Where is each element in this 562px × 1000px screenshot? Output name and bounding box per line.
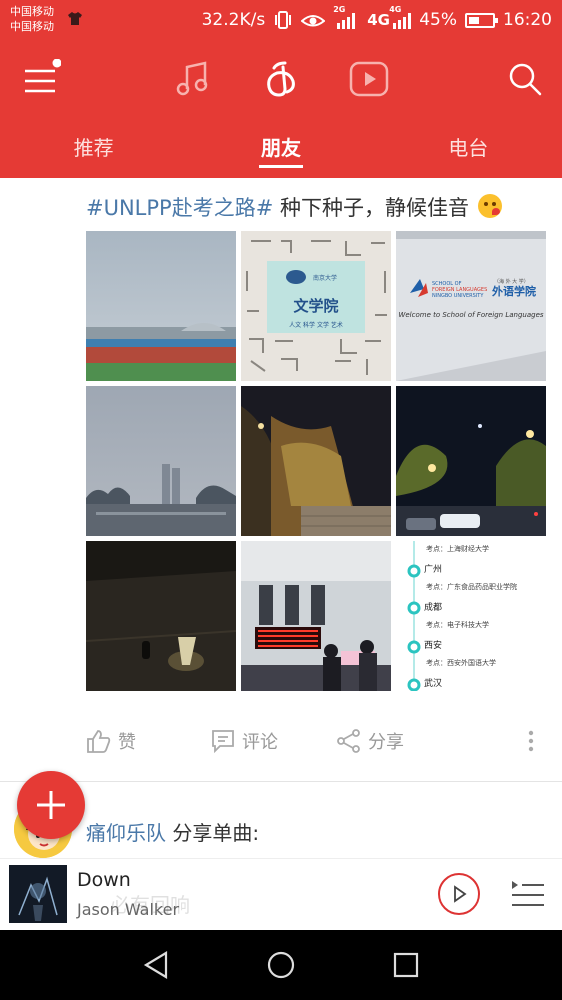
more-options-button[interactable] (522, 722, 540, 760)
photo-dark-alley[interactable] (86, 541, 236, 691)
thumbs-up-icon (87, 730, 111, 753)
timeline-note-2: 考点：广东食品药品职业学院 (426, 583, 517, 591)
signal-4g: 4G 4G (367, 5, 412, 29)
photo-wall-en-text: Welcome to School of Foreign Languages (398, 311, 543, 319)
photo-route-timeline[interactable]: 考点：上海财经大学 广州 考点：广东食品药品职业学院 成都 考点：电子科技大学 … (396, 541, 546, 691)
photo-train-station[interactable] (241, 541, 391, 691)
timeline-note-1: 考点：上海财经大学 (426, 545, 489, 553)
hamburger-menu-icon (25, 59, 61, 93)
vibrate-icon (275, 11, 292, 29)
song-artist: Jason Walker (77, 900, 180, 919)
timeline-city-1: 广州 (424, 565, 443, 575)
menu-button[interactable] (16, 54, 66, 104)
play-icon (454, 885, 467, 903)
status-bar: 中国移动 中国移动 32.2K/s 2G 4G 4G 45% 16:20 (0, 0, 562, 40)
video-tab-button[interactable] (344, 54, 394, 104)
photo-sign-text: 文学院 (293, 297, 338, 315)
battery-fill (469, 16, 479, 24)
comment-icon (212, 730, 234, 754)
post-text: #UNLPP赴考之路# 种下种子，静候佳音 (86, 192, 502, 222)
photo-foggy-skyline[interactable] (86, 386, 236, 536)
album-cover[interactable] (9, 865, 67, 923)
photo-ivy-wall-night[interactable] (241, 386, 391, 536)
timeline-city-3: 西安 (424, 641, 443, 651)
post-body: 种下种子，静候佳音 (280, 196, 469, 220)
top-nav (0, 40, 562, 118)
clock: 16:20 (503, 10, 552, 30)
tab-recommend[interactable]: 推荐 (0, 118, 187, 178)
system-nav-bar (0, 930, 562, 1000)
recent-apps-button[interactable] (386, 945, 426, 985)
timeline-city-2: 成都 (424, 603, 443, 613)
photo-grid: 南京大学 文学院 人文 科学 文学 艺术 SCHOOL OF FOREIGN L… (86, 231, 548, 692)
search-icon (509, 63, 542, 96)
photo-stadium[interactable] (86, 231, 236, 381)
signal-4g-label-a: 4G (367, 11, 390, 29)
timeline-note-4: 考点：西安外国语大学 (426, 659, 496, 667)
tab-bar: 推荐 朋友 电台 (0, 118, 562, 178)
kissing-face-emoji-icon (477, 194, 502, 218)
comment-button[interactable]: 评论 (210, 722, 278, 760)
next-post-username[interactable]: 痛仰乐队 (86, 821, 166, 845)
recent-apps-square-icon (393, 952, 419, 978)
post-actions: 赞 评论 分享 (86, 722, 548, 760)
play-button[interactable] (438, 873, 480, 915)
home-circle-icon (267, 951, 295, 979)
signal-2g-bars-icon (337, 13, 356, 29)
next-post-header: 痛仰乐队 分享单曲: (86, 817, 259, 846)
search-button[interactable] (500, 54, 550, 104)
notification-shirt-icon (68, 12, 82, 25)
signal-2g: 2G (333, 5, 359, 29)
comment-label: 评论 (242, 732, 278, 753)
netease-cloud-music-logo-icon (267, 61, 295, 97)
timeline-city-4: 武汉 (424, 679, 443, 689)
song-title: Down (77, 869, 131, 891)
timeline-note-3: 考点：电子科技大学 (426, 621, 489, 629)
plus-icon (37, 791, 65, 819)
svg-text:南京大学: 南京大学 (313, 274, 337, 282)
home-button[interactable] (261, 945, 301, 985)
playlist-button[interactable] (508, 875, 548, 915)
mini-player[interactable]: 必有回响 Down Jason Walker (0, 858, 562, 930)
battery-icon (465, 12, 498, 28)
more-vertical-icon (528, 730, 534, 752)
svg-text:人文 科学 文学 艺术: 人文 科学 文学 艺术 (289, 321, 343, 329)
eye-comfort-icon (301, 15, 326, 27)
back-button[interactable] (136, 945, 176, 985)
music-note-icon (176, 61, 208, 96)
album-art-icon (9, 865, 67, 923)
carrier-info: 中国移动 中国移动 (10, 4, 54, 34)
video-play-icon (349, 61, 389, 97)
share-icon (337, 729, 360, 753)
tab-friends[interactable]: 朋友 (187, 118, 374, 178)
home-logo-button[interactable] (256, 54, 306, 104)
like-button[interactable]: 赞 (86, 722, 136, 760)
svg-text:NINGBO UNIVERSITY: NINGBO UNIVERSITY (432, 293, 484, 299)
battery-percent: 45% (419, 10, 457, 30)
playlist-icon (512, 881, 544, 906)
signal-4g-bars-icon (393, 13, 412, 29)
app-screen: 中国移动 中国移动 32.2K/s 2G 4G 4G 45% 16:20 推荐 … (0, 0, 562, 1000)
status-indicators: 32.2K/s 2G 4G 4G 45% 16:20 (201, 5, 552, 32)
share-button[interactable]: 分享 (336, 722, 404, 760)
carrier-2: 中国移动 (10, 20, 54, 33)
add-post-fab-button[interactable] (17, 771, 85, 839)
next-post-action: 分享单曲: (172, 821, 260, 845)
carrier-1: 中国移动 (10, 5, 54, 18)
tab-radio[interactable]: 电台 (375, 118, 562, 178)
photo-liberal-arts-sign[interactable]: 南京大学 文学院 人文 科学 文学 艺术 (241, 231, 391, 381)
photo-wall-cn-text: 外语学院 (491, 284, 536, 298)
network-speed: 32.2K/s (201, 10, 266, 30)
back-triangle-icon (143, 951, 168, 979)
photo-foreign-languages-wall[interactable]: SCHOOL OF FOREIGN LANGUAGES NINGBO UNIVE… (396, 231, 546, 381)
share-label: 分享 (368, 732, 404, 753)
post-divider (0, 781, 562, 782)
svg-text:（海 外 大 学）: （海 外 大 学） (494, 278, 529, 285)
post-hashtag[interactable]: #UNLPP赴考之路# (86, 196, 273, 220)
photo-street-night[interactable] (396, 386, 546, 536)
music-tab-button[interactable] (168, 54, 218, 104)
like-label: 赞 (118, 732, 136, 753)
